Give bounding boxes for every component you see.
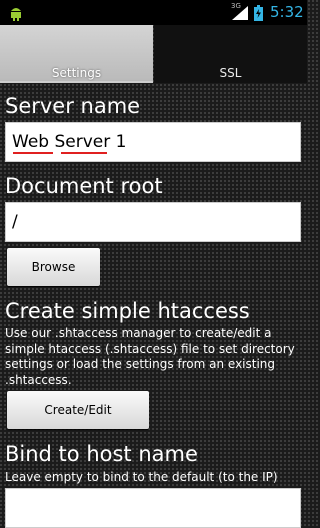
bind-host-description: Leave empty to bind to the default (to t… <box>5 470 278 484</box>
tab-bar: Settings SSL <box>0 25 307 83</box>
tab-ssl[interactable]: SSL <box>154 25 307 83</box>
android-debug-icon <box>11 8 21 21</box>
htaccess-description: Use our .shtaccess manager to create/edi… <box>5 326 295 387</box>
document-root-field[interactable] <box>5 202 301 242</box>
tab-indicator <box>0 81 153 83</box>
bind-host-input[interactable] <box>6 489 300 527</box>
server-name-input[interactable] <box>6 123 300 161</box>
tab-ssl-label: SSL <box>219 66 242 80</box>
spellcheck-underline <box>13 152 53 154</box>
status-bar: 3G 5:32 <box>0 0 307 25</box>
document-root-label: Document root <box>5 174 163 198</box>
bind-host-field[interactable] <box>5 488 301 528</box>
battery-icon <box>254 5 263 21</box>
bind-host-label: Bind to host name <box>5 442 198 466</box>
create-edit-button[interactable]: Create/Edit <box>7 391 149 429</box>
htaccess-label: Create simple htaccess <box>5 299 250 323</box>
server-name-label: Server name <box>5 94 141 118</box>
spellcheck-underline <box>61 152 107 154</box>
tab-settings[interactable]: Settings <box>0 25 153 83</box>
document-root-input[interactable] <box>6 203 300 241</box>
clock: 5:32 <box>270 3 304 21</box>
browse-button[interactable]: Browse <box>7 248 100 286</box>
server-name-field[interactable] <box>5 122 301 162</box>
tab-settings-label: Settings <box>51 66 102 80</box>
signal-icon <box>232 6 248 20</box>
